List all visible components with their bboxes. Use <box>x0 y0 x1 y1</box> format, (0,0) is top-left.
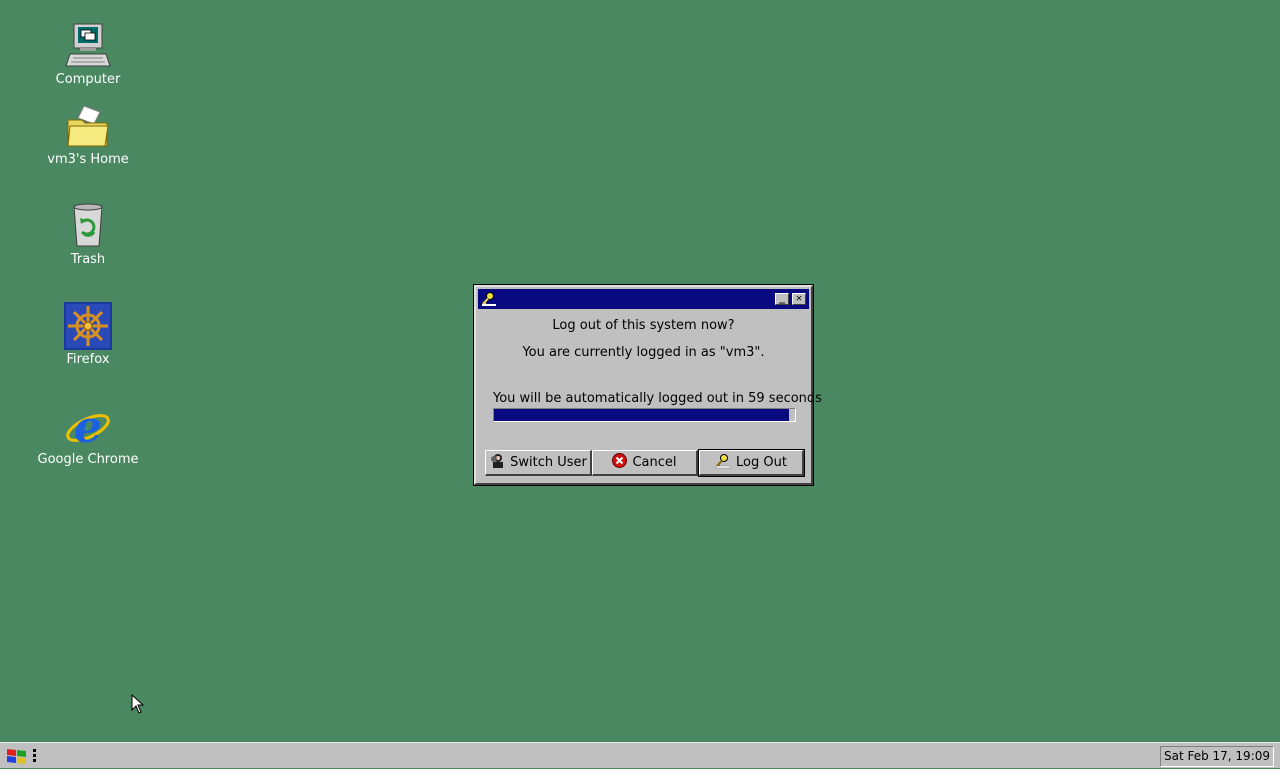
log-out-label: Log Out <box>736 455 787 470</box>
desktop-icon-label: Google Chrome <box>37 452 139 467</box>
dialog-titlebar[interactable]: _ ✕ <box>478 289 809 309</box>
taskbar: Sat Feb 17, 19:09 <box>0 742 1280 768</box>
switch-user-button[interactable]: Switch User <box>485 450 592 476</box>
switch-user-label: Switch User <box>510 455 587 470</box>
logout-question: Log out of this system now? <box>552 318 735 333</box>
switch-user-icon <box>489 453 505 473</box>
log-out-button[interactable]: Log Out <box>698 449 805 477</box>
firefox-icon <box>64 302 112 350</box>
close-button[interactable]: ✕ <box>792 293 806 305</box>
computer-icon <box>64 22 112 70</box>
home-folder-icon <box>64 102 112 150</box>
countdown-progress-bar <box>493 408 796 422</box>
chrome-icon: e <box>64 402 112 453</box>
desktop-icon-trash[interactable]: Trash <box>33 202 143 267</box>
mouse-cursor-icon <box>131 693 145 718</box>
desktop-icon-label: Computer <box>55 72 121 87</box>
desktop-icon-label: Firefox <box>66 352 110 367</box>
minimize-button[interactable]: _ <box>775 293 789 305</box>
cancel-label: Cancel <box>632 455 677 470</box>
windows-logo-icon <box>5 747 31 769</box>
start-menu-button[interactable] <box>3 746 39 766</box>
desktop-icon-computer[interactable]: Computer <box>33 22 143 87</box>
grip-icon <box>33 749 37 767</box>
svg-text:e: e <box>74 402 102 450</box>
cancel-button[interactable]: Cancel <box>592 450 698 476</box>
desktop-icon-firefox[interactable]: Firefox <box>33 302 143 367</box>
logout-key-icon <box>715 453 731 473</box>
countdown-text: You will be automatically logged out in … <box>493 391 822 406</box>
desktop-icon-label: vm3's Home <box>47 152 129 167</box>
trash-icon <box>64 202 112 250</box>
desktop-icon-chrome[interactable]: e Google Chrome <box>33 402 143 467</box>
logout-key-icon <box>481 291 497 311</box>
taskbar-clock[interactable]: Sat Feb 17, 19:09 <box>1159 746 1274 767</box>
progress-fill <box>494 409 789 421</box>
desktop-icon-home[interactable]: vm3's Home <box>33 102 143 167</box>
logged-in-text: You are currently logged in as "vm3". <box>522 345 765 360</box>
desktop-icon-label: Trash <box>70 252 106 267</box>
logout-dialog: _ ✕ Log out of this system now? You are … <box>473 284 822 486</box>
cancel-icon <box>612 453 628 472</box>
